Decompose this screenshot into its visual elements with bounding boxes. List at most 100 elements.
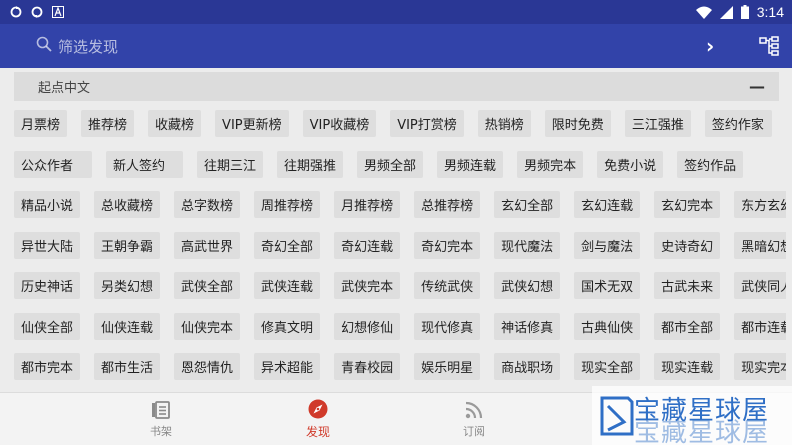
tab-subscribe[interactable]: 订阅 bbox=[434, 393, 514, 445]
tag-item[interactable]: 新人签约 bbox=[106, 150, 183, 178]
tag-item[interactable]: 仙侠连载 bbox=[94, 312, 161, 340]
tag-item[interactable]: VIP收藏榜 bbox=[302, 110, 377, 137]
tag-item[interactable]: 现代魔法 bbox=[494, 231, 561, 259]
tag-item[interactable]: 王朝争霸 bbox=[94, 231, 161, 259]
tag-item[interactable]: 武侠同人 bbox=[734, 272, 786, 299]
tag-item[interactable]: 异世大陆 bbox=[14, 231, 81, 259]
tag-item[interactable]: 现实完本 bbox=[734, 353, 786, 380]
tag-item[interactable]: 武侠完本 bbox=[334, 272, 401, 299]
tag-item[interactable]: 男频完本 bbox=[517, 150, 584, 178]
tag-item[interactable]: 史诗奇幻 bbox=[654, 231, 721, 259]
tag-item[interactable]: 男频全部 bbox=[357, 150, 424, 178]
tab-label: 发现 bbox=[305, 425, 330, 439]
tag-item[interactable]: 奇幻完本 bbox=[414, 231, 481, 259]
tag-item[interactable]: 奇幻连载 bbox=[334, 231, 401, 259]
tag-row: 精品小说 总收藏榜 总字数榜 周推荐榜 月推荐榜 总推荐榜 玄幻全部 玄幻连载 … bbox=[14, 191, 786, 218]
group-title: 起点中文 bbox=[38, 81, 91, 96]
tag-item[interactable]: 免费小说 bbox=[597, 150, 664, 178]
tag-item[interactable]: 往期三江 bbox=[197, 150, 264, 178]
tag-row: 公众作者 新人签约 往期三江 往期强推 男频全部 男频连载 男频完本 免费小说 … bbox=[14, 150, 786, 178]
tag-item[interactable]: VIP更新榜 bbox=[215, 110, 289, 137]
tag-item[interactable]: 热销榜 bbox=[477, 110, 531, 137]
tag-item[interactable]: 签约作品 bbox=[677, 150, 744, 178]
tag-item[interactable]: VIP打赏榜 bbox=[390, 110, 464, 137]
tag-item[interactable]: 历史神话 bbox=[14, 272, 81, 299]
tag-item[interactable]: 周推荐榜 bbox=[254, 191, 321, 218]
wifi-icon bbox=[695, 6, 712, 19]
tag-item[interactable]: 剑与魔法 bbox=[574, 231, 641, 259]
font-icon bbox=[52, 6, 64, 18]
battery-icon bbox=[740, 5, 749, 19]
tag-item[interactable]: 现实连载 bbox=[654, 353, 721, 380]
collapse-icon[interactable]: — bbox=[749, 77, 765, 96]
tag-item[interactable]: 总字数榜 bbox=[174, 191, 241, 218]
tab-label: 订阅 bbox=[463, 424, 485, 438]
chevron-right-icon[interactable]: › bbox=[706, 34, 714, 58]
tag-item[interactable]: 东方玄幻 bbox=[734, 191, 786, 218]
tag-item[interactable]: 玄幻完本 bbox=[654, 191, 721, 218]
tag-item[interactable]: 都市完本 bbox=[14, 353, 81, 380]
toolbar: 筛选发现 › bbox=[0, 24, 792, 68]
group-header[interactable]: 起点中文 — bbox=[14, 72, 779, 101]
tag-item[interactable]: 总收藏榜 bbox=[94, 191, 161, 218]
tab-bookshelf[interactable]: 书架 bbox=[121, 393, 201, 445]
tag-item[interactable]: 现实全部 bbox=[574, 353, 641, 380]
tag-item[interactable]: 公众作者 bbox=[14, 150, 92, 178]
bookshelf-icon bbox=[152, 400, 170, 419]
tag-item[interactable]: 收藏榜 bbox=[148, 110, 202, 137]
tag-item[interactable]: 精品小说 bbox=[14, 191, 81, 218]
tag-item[interactable]: 都市连载 bbox=[734, 312, 786, 340]
status-bar-notifications bbox=[10, 6, 64, 18]
tag-grid: 月票榜 推荐榜 收藏榜 VIP更新榜 VIP收藏榜 VIP打赏榜 热销榜 限时免… bbox=[14, 110, 786, 388]
tag-item[interactable]: 仙侠完本 bbox=[174, 312, 241, 340]
tag-item[interactable]: 男频连载 bbox=[437, 150, 504, 178]
tag-item[interactable]: 幻想修仙 bbox=[334, 312, 401, 340]
tag-item[interactable]: 修真文明 bbox=[254, 312, 321, 340]
tag-item[interactable]: 都市生活 bbox=[94, 353, 161, 380]
tag-item[interactable]: 限时免费 bbox=[544, 110, 611, 137]
tag-item[interactable]: 签约作家 bbox=[704, 110, 772, 137]
tab-discover[interactable]: 发现 bbox=[278, 393, 358, 445]
tag-item[interactable]: 商战职场 bbox=[494, 353, 561, 380]
tag-item[interactable]: 仙侠全部 bbox=[14, 312, 81, 340]
tag-item[interactable]: 武侠连载 bbox=[254, 272, 321, 299]
status-bar: 3:14 bbox=[0, 0, 792, 24]
sync-icon bbox=[31, 6, 43, 18]
tag-item[interactable]: 奇幻全部 bbox=[254, 231, 321, 259]
tag-item[interactable]: 月推荐榜 bbox=[334, 191, 401, 218]
tag-item[interactable]: 玄幻全部 bbox=[494, 191, 561, 218]
tag-item[interactable]: 月票榜 bbox=[14, 110, 68, 137]
tag-item[interactable]: 玄幻连载 bbox=[574, 191, 641, 218]
sitemap-icon[interactable] bbox=[759, 36, 779, 56]
tag-item[interactable]: 国术无双 bbox=[574, 272, 641, 299]
tag-item[interactable]: 武侠全部 bbox=[174, 272, 241, 299]
sync-icon bbox=[10, 6, 22, 18]
tag-item[interactable]: 武侠幻想 bbox=[494, 272, 561, 299]
tag-item[interactable]: 神话修真 bbox=[494, 312, 561, 340]
tag-row: 仙侠全部 仙侠连载 仙侠完本 修真文明 幻想修仙 现代修真 神话修真 古典仙侠 … bbox=[14, 312, 786, 340]
tag-item[interactable]: 异术超能 bbox=[254, 353, 321, 380]
tag-item[interactable]: 总推荐榜 bbox=[414, 191, 481, 218]
compass-icon bbox=[308, 399, 328, 419]
rss-icon bbox=[465, 401, 483, 418]
tag-item[interactable]: 古典仙侠 bbox=[574, 312, 641, 340]
tag-item[interactable]: 恩怨情仇 bbox=[174, 353, 241, 380]
watermark: 宝藏星球屋 宝藏星球屋 bbox=[592, 386, 792, 445]
tag-row: 都市完本 都市生活 恩怨情仇 异术超能 青春校园 娱乐明星 商战职场 现实全部 … bbox=[14, 353, 786, 380]
tag-item[interactable]: 现代修真 bbox=[414, 312, 481, 340]
tag-row: 异世大陆 王朝争霸 高武世界 奇幻全部 奇幻连载 奇幻完本 现代魔法 剑与魔法 … bbox=[14, 231, 786, 259]
tag-item[interactable]: 传统武侠 bbox=[414, 272, 481, 299]
tag-item[interactable]: 娱乐明星 bbox=[414, 353, 481, 380]
tag-item[interactable]: 青春校园 bbox=[334, 353, 401, 380]
tag-item[interactable]: 三江强推 bbox=[624, 110, 691, 137]
tag-item[interactable]: 推荐榜 bbox=[81, 110, 135, 137]
tag-item[interactable]: 往期强推 bbox=[277, 150, 344, 178]
search-icon[interactable] bbox=[36, 36, 52, 52]
tag-item[interactable]: 古武未来 bbox=[654, 272, 721, 299]
tag-item[interactable]: 黑暗幻想 bbox=[734, 231, 786, 259]
signal-icon bbox=[719, 5, 733, 19]
tag-item[interactable]: 都市全部 bbox=[654, 312, 721, 340]
search-input[interactable]: 筛选发现 bbox=[58, 36, 118, 57]
tag-item[interactable]: 高武世界 bbox=[174, 231, 241, 259]
tag-item[interactable]: 另类幻想 bbox=[94, 272, 161, 299]
